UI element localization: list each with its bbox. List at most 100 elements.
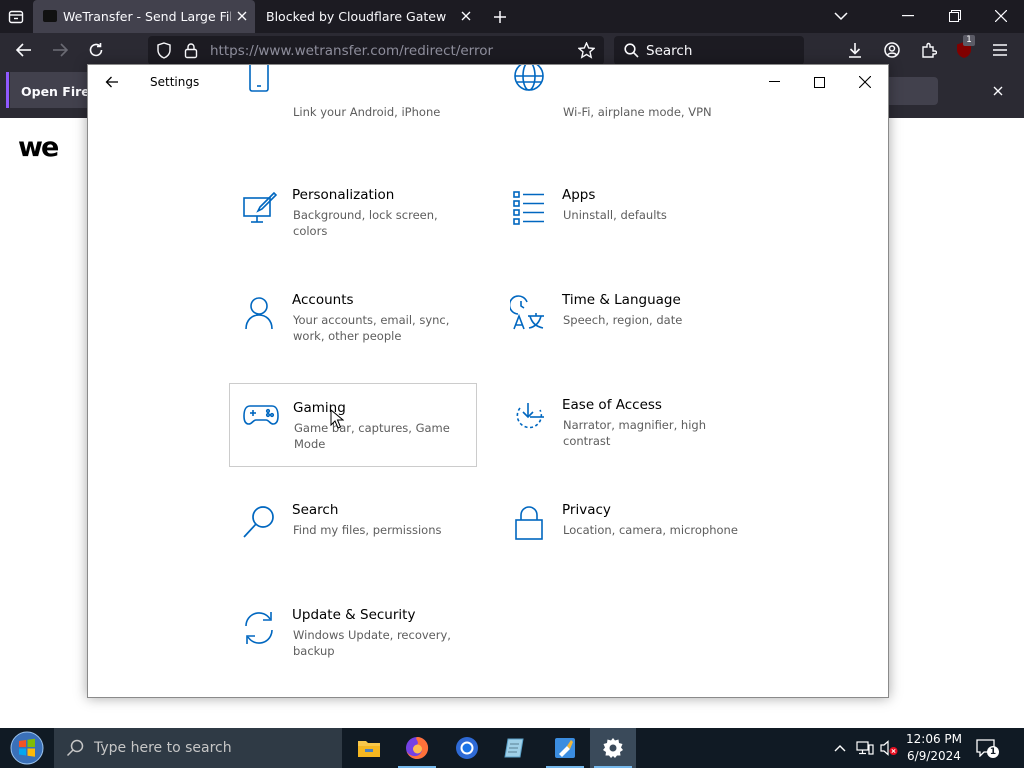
lock-icon: [510, 504, 548, 542]
downloads-icon[interactable]: [841, 36, 869, 64]
extension-badge: 1: [963, 35, 975, 46]
close-tab-icon[interactable]: [457, 7, 475, 25]
globe-icon: [510, 65, 548, 95]
system-clock[interactable]: 12:06 PM 6/9/2024: [906, 731, 962, 765]
settings-title-bar: Settings: [88, 65, 888, 99]
settings-tile-search[interactable]: Search Find my files, permissions: [230, 501, 478, 585]
browser-nav-bar: https://www.wetransfer.com/redirect/erro…: [0, 33, 1024, 68]
account-icon[interactable]: [878, 36, 906, 64]
phone-icon: [240, 65, 278, 95]
restore-browser-icon[interactable]: [941, 2, 969, 30]
tile-description: Your accounts, email, sync, work, other …: [293, 313, 450, 343]
tile-title: Ease of Access: [562, 397, 662, 413]
tile-title: Apps: [562, 187, 596, 203]
tile-description: Link your Android, iPhone: [293, 105, 441, 119]
tile-description: Game bar, captures, Game Mode: [294, 421, 450, 451]
firefox-view-icon[interactable]: [2, 3, 30, 31]
show-hidden-icons-chevron-icon[interactable]: [830, 738, 850, 758]
menu-hamburger-icon[interactable]: [986, 36, 1014, 64]
settings-window: Settings Link your Android, iPhone Wi-Fi…: [87, 64, 889, 698]
tile-title: Time & Language: [562, 292, 681, 308]
search-icon: [66, 739, 84, 757]
windows-logo-icon: [10, 731, 44, 765]
wetransfer-logo[interactable]: we: [18, 132, 59, 163]
minimize-browser-icon[interactable]: [894, 2, 922, 30]
minimize-icon[interactable]: [751, 65, 797, 99]
settings-tile-time-language[interactable]: Time & Language Speech, region, date: [500, 291, 748, 375]
tab-label: WeTransfer - Send Large Files &: [63, 9, 231, 24]
chrome-app[interactable]: [444, 728, 490, 768]
notification-count-badge: 1: [987, 746, 999, 758]
settings-tile-phone[interactable]: Link your Android, iPhone: [230, 65, 478, 161]
tile-description: Location, camera, microphone: [563, 523, 738, 537]
settings-tile-update-security[interactable]: Update & Security Windows Update, recove…: [230, 606, 478, 690]
ublock-extension-icon[interactable]: 1: [950, 35, 978, 64]
notepad-app[interactable]: [492, 728, 538, 768]
back-arrow-icon[interactable]: [100, 70, 124, 94]
close-browser-icon[interactable]: [987, 2, 1015, 30]
start-button[interactable]: [0, 728, 54, 768]
file-explorer-app[interactable]: [346, 728, 392, 768]
settings-tile-network[interactable]: Wi-Fi, airplane mode, VPN: [500, 65, 748, 161]
settings-tile-apps[interactable]: Apps Uninstall, defaults: [500, 186, 748, 270]
url-text[interactable]: https://www.wetransfer.com/redirect/erro…: [210, 43, 493, 59]
settings-tile-gaming[interactable]: Gaming Game bar, captures, Game Mode: [229, 383, 477, 467]
gamepad-icon: [242, 396, 280, 434]
mouse-cursor-icon: [330, 409, 344, 429]
notepad-icon: [503, 736, 527, 760]
firefox-icon: [405, 736, 429, 760]
maximize-icon[interactable]: [796, 65, 842, 99]
network-disconnected-icon[interactable]: [855, 738, 875, 758]
back-arrow-icon[interactable]: [10, 36, 38, 64]
close-icon[interactable]: [842, 65, 888, 99]
clock-date: 6/9/2024: [907, 749, 961, 763]
browser-tab-bar: WeTransfer - Send Large Files & Blocked …: [0, 0, 1024, 33]
tile-description: Uninstall, defaults: [563, 208, 667, 222]
personalization-icon: [240, 189, 278, 227]
tile-description: Wi-Fi, airplane mode, VPN: [563, 105, 712, 119]
firefox-app[interactable]: [394, 728, 440, 768]
padlock-icon[interactable]: [184, 42, 198, 59]
bookmark-star-icon[interactable]: [578, 42, 595, 59]
notification-accent: [6, 72, 9, 108]
url-bar[interactable]: https://www.wetransfer.com/redirect/erro…: [148, 36, 604, 65]
close-tab-icon[interactable]: [233, 7, 251, 25]
settings-app[interactable]: [590, 728, 636, 768]
ease-of-access-icon: [510, 399, 548, 437]
settings-title: Settings: [150, 75, 200, 89]
taskbar-search-box[interactable]: Type here to search: [54, 728, 342, 768]
tile-title: Accounts: [292, 292, 354, 308]
reload-icon[interactable]: [82, 36, 110, 64]
settings-tile-ease-of-access[interactable]: Ease of Access Narrator, magnifier, high…: [500, 396, 748, 480]
tab-wetransfer[interactable]: WeTransfer - Send Large Files &: [33, 0, 255, 33]
taskbar: Type here to search 12:06 PM 6/9/2024 1: [0, 728, 1024, 768]
new-tab-icon[interactable]: [486, 3, 514, 31]
settings-tile-accounts[interactable]: Accounts Your accounts, email, sync, wor…: [230, 291, 478, 375]
tile-title: Privacy: [562, 502, 611, 518]
web-search-bar[interactable]: Search: [614, 36, 804, 65]
shield-icon[interactable]: [156, 42, 172, 59]
tile-description: Speech, region, date: [563, 313, 683, 327]
settings-tile-personalization[interactable]: Personalization Background, lock screen,…: [230, 186, 478, 270]
update-icon: [240, 609, 278, 647]
action-center-icon[interactable]: 1: [976, 738, 999, 758]
close-notification-icon[interactable]: [988, 81, 1008, 101]
paint-app[interactable]: [542, 728, 588, 768]
apps-list-icon: [510, 189, 548, 227]
extensions-puzzle-icon[interactable]: [915, 36, 943, 64]
tab-blocked[interactable]: Blocked by Cloudflare Gateway: [256, 0, 482, 33]
chrome-icon: [455, 736, 479, 760]
settings-tile-privacy[interactable]: Privacy Location, camera, microphone: [500, 501, 748, 585]
search-placeholder: Search: [646, 43, 693, 59]
taskbar-search-placeholder: Type here to search: [94, 740, 232, 756]
notification-field: [888, 77, 938, 105]
tile-description: Narrator, magnifier, high contrast: [563, 418, 706, 448]
volume-muted-icon[interactable]: [879, 738, 899, 758]
tab-label: Blocked by Cloudflare Gateway: [266, 9, 446, 24]
tile-title: Update & Security: [292, 607, 416, 623]
search-icon: [624, 43, 639, 58]
forward-arrow-icon[interactable]: [46, 36, 74, 64]
list-all-tabs-icon[interactable]: [827, 2, 855, 30]
clock-time: 12:06 PM: [906, 732, 962, 746]
tile-description: Find my files, permissions: [293, 523, 442, 537]
